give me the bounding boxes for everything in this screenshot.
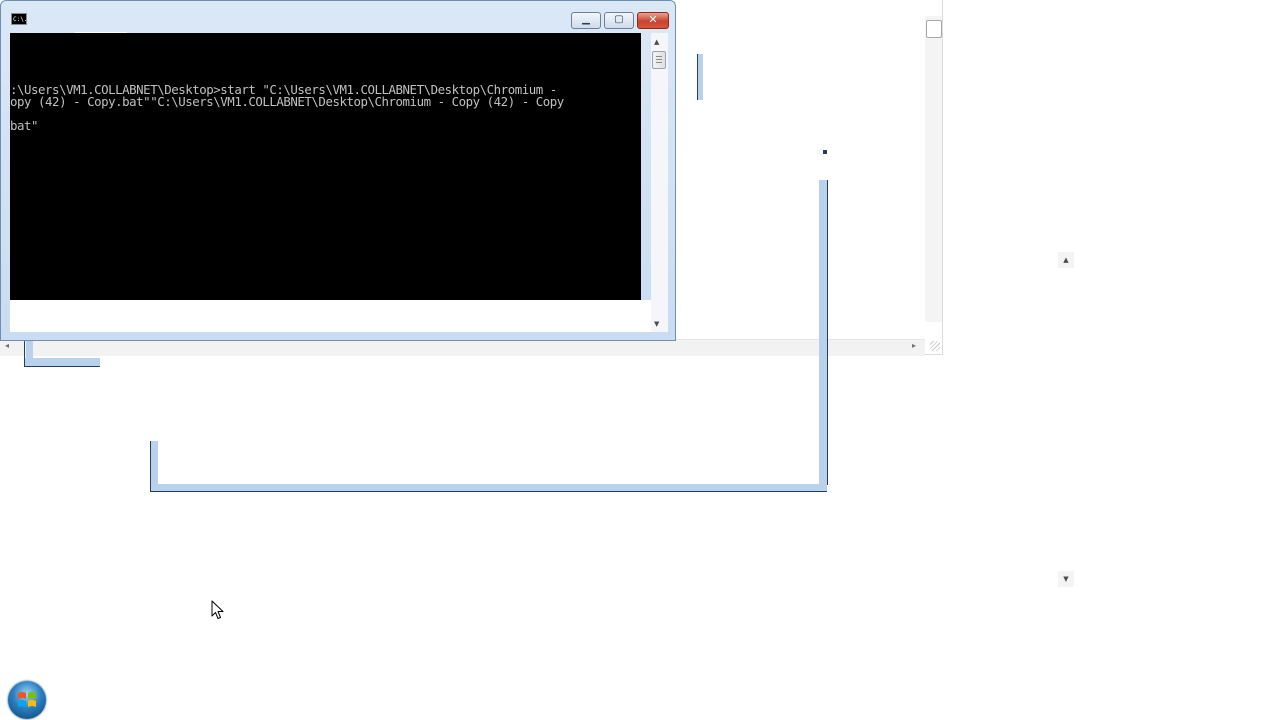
- scroll-up-arrow-icon[interactable]: ▲: [654, 38, 659, 46]
- desktop: ◂ ▸ C:\. ▁ ▢ ✕ :\Users\VM1.COLLABNET\Des…: [0, 0, 1280, 720]
- frame-artifact: [823, 150, 827, 154]
- console-line: opy (42) - Copy.bat""C:\Users\VM1.COLLAB…: [10, 94, 564, 109]
- minimize-button[interactable]: ▁: [571, 12, 601, 29]
- frame-artifact: [150, 484, 827, 492]
- frame-artifact: [150, 441, 158, 491]
- frame-artifact: [697, 54, 703, 100]
- console-scroll-thumb[interactable]: [652, 51, 666, 69]
- resize-grip-icon[interactable]: [930, 341, 940, 351]
- scroll-right-arrow-icon[interactable]: ▸: [912, 341, 916, 351]
- frame-artifact: [24, 358, 100, 367]
- maximize-button[interactable]: ▢: [604, 12, 634, 29]
- window-title-bar[interactable]: C:\. ▁ ▢ ✕: [1, 1, 675, 36]
- close-button[interactable]: ✕: [637, 12, 669, 29]
- console-line: bat": [10, 118, 39, 133]
- scroll-down-arrow-icon[interactable]: ▼: [654, 320, 659, 328]
- background-scroll-thumb[interactable]: [926, 20, 942, 38]
- background-horizontal-scrollbar[interactable]: [0, 339, 925, 356]
- console-bottom-area: [10, 300, 651, 332]
- mouse-pointer-icon: [211, 600, 224, 619]
- scroll-up-arrow-icon[interactable]: ▲: [1058, 252, 1074, 268]
- background-vertical-scrollbar[interactable]: [925, 16, 942, 322]
- console-output[interactable]: :\Users\VM1.COLLABNET\Desktop>start "C:\…: [10, 33, 641, 300]
- command-prompt-window[interactable]: C:\. ▁ ▢ ✕ :\Users\VM1.COLLABNET\Desktop…: [0, 0, 676, 341]
- frame-artifact: [819, 180, 828, 485]
- windows-logo-icon: [18, 692, 36, 707]
- start-button[interactable]: [8, 681, 46, 719]
- console-app-icon[interactable]: C:\.: [11, 13, 27, 25]
- scroll-down-arrow-icon[interactable]: ▼: [1058, 571, 1074, 587]
- scroll-left-arrow-icon[interactable]: ◂: [5, 341, 9, 351]
- console-vertical-scrollbar[interactable]: [651, 33, 668, 332]
